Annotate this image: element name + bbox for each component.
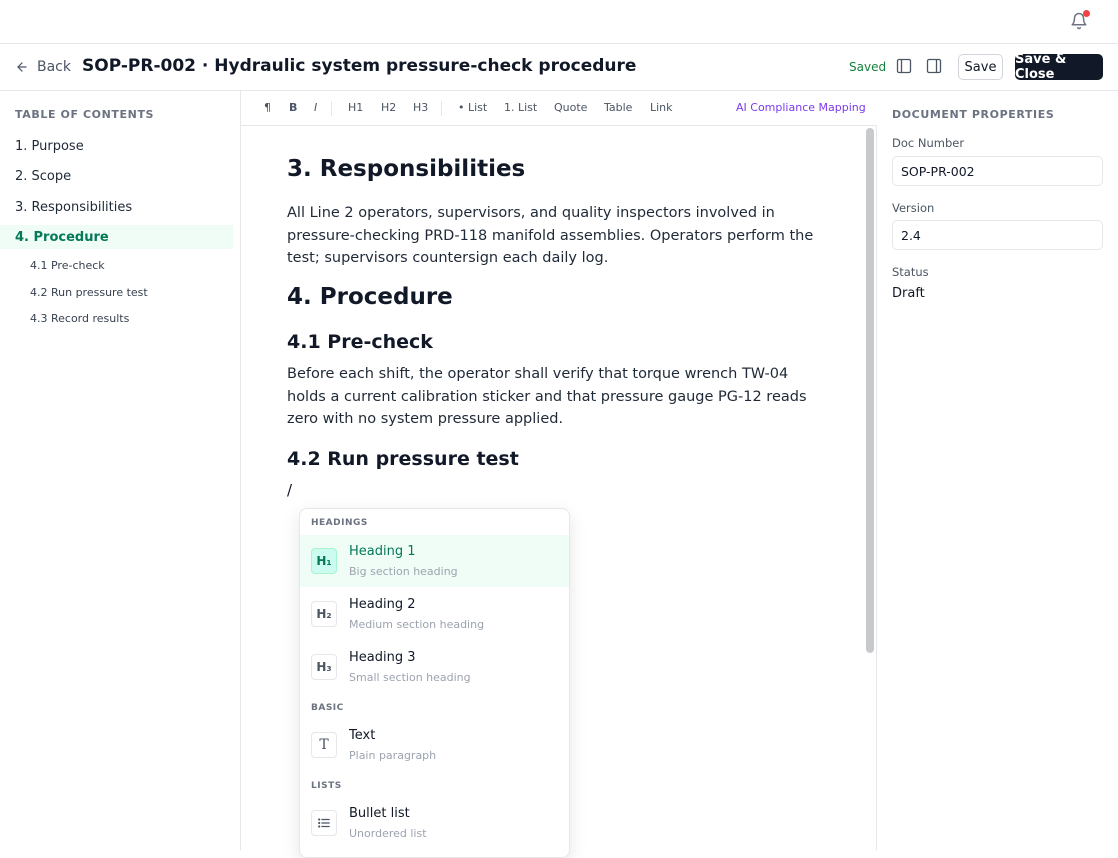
toc-item-scope[interactable]: 2. Scope [0, 164, 233, 188]
heading-responsibilities: 3. Responsibilities [287, 156, 526, 182]
slash-command-input[interactable]: / [287, 481, 292, 499]
heading-run-pressure-test: 4.2 Run pressure test [287, 448, 519, 470]
editor-scrollbar-thumb[interactable] [866, 128, 874, 653]
menu-section-basic: BASIC [311, 703, 344, 713]
menu-item-label: Heading 3 [349, 650, 416, 665]
heading-3-icon: H₃ [311, 654, 337, 680]
back-label: Back [37, 59, 71, 75]
version-input[interactable] [892, 220, 1103, 250]
doc-number-input[interactable] [892, 156, 1103, 186]
heading-pre-check: 4.1 Pre-check [287, 331, 433, 353]
list-icon [311, 810, 337, 836]
doc-number-label: Doc Number [892, 136, 965, 150]
properties-heading: DOCUMENT PROPERTIES [892, 108, 1055, 121]
version-label: Version [892, 201, 935, 215]
save-button[interactable]: Save [958, 54, 1003, 80]
heading-procedure: 4. Procedure [287, 284, 453, 310]
menu-item-label: Heading 2 [349, 597, 416, 612]
toggle-right-panel-icon[interactable] [926, 58, 942, 74]
status-value: Draft [892, 286, 925, 301]
italic-button[interactable]: I [314, 101, 317, 114]
heading-1-icon: H₁ [311, 548, 337, 574]
menu-item-label: Bullet list [349, 806, 410, 821]
status-label: Status [892, 265, 929, 279]
arrow-left-icon [17, 62, 27, 72]
menu-item-heading-1[interactable]: H₁ Heading 1 Big section heading [300, 535, 569, 587]
toc-subitem-pre-check[interactable]: 4.1 Pre-check [0, 255, 233, 275]
menu-item-description: Small section heading [349, 671, 471, 684]
toc-heading: TABLE OF CONTENTS [15, 108, 155, 121]
document-properties-panel: DOCUMENT PROPERTIES Doc Number Version S… [877, 90, 1118, 850]
menu-item-description: Medium section heading [349, 618, 485, 631]
toolbar-divider [331, 101, 332, 116]
menu-item-text[interactable]: T Text Plain paragraph [300, 719, 569, 771]
ai-compliance-mapping-button[interactable]: AI Compliance Mapping [736, 101, 866, 114]
heading-2-icon: H₂ [311, 601, 337, 627]
page-title: SOP-PR-002 · Hydraulic system pressure-c… [82, 56, 637, 76]
toc-item-procedure[interactable]: 4. Procedure [0, 225, 233, 249]
menu-item-heading-3[interactable]: H₃ Heading 3 Small section heading [300, 641, 569, 693]
toggle-left-panel-icon[interactable] [896, 58, 912, 74]
table-button[interactable]: Table [604, 101, 632, 114]
menu-item-description: Unordered list [349, 827, 427, 840]
top-bar [0, 0, 1118, 44]
menu-item-description: Plain paragraph [349, 749, 437, 762]
paragraph-responsibilities: All Line 2 operators, supervisors, and q… [287, 205, 814, 266]
menu-section-lists: LISTS [311, 781, 342, 791]
toc-item-responsibilities[interactable]: 3. Responsibilities [0, 195, 233, 219]
menu-item-heading-2[interactable]: H₂ Heading 2 Medium section heading [300, 588, 569, 640]
text-icon: T [311, 732, 337, 758]
toolbar-divider [441, 101, 442, 116]
table-of-contents: TABLE OF CONTENTS 1. Purpose 2. Scope 3.… [0, 90, 241, 850]
menu-item-label: Text [349, 728, 376, 743]
link-button[interactable]: Link [650, 101, 673, 114]
menu-item-bullet-list[interactable]: Bullet list Unordered list [300, 797, 569, 849]
heading-1-button[interactable]: H1 [348, 101, 363, 114]
notification-dot [1083, 10, 1090, 17]
numbered-list-button[interactable]: 1. List [504, 101, 537, 114]
save-status: Saved [849, 60, 887, 74]
heading-2-button[interactable]: H2 [381, 101, 396, 114]
formatting-toolbar: ¶ B I H1 H2 H3 • List 1. List Quote Tabl… [241, 90, 877, 126]
menu-section-headings: HEADINGS [311, 518, 368, 528]
heading-3-button[interactable]: H3 [413, 101, 428, 114]
menu-item-label: Heading 1 [349, 544, 416, 559]
bold-button[interactable]: B [289, 101, 297, 114]
quote-button[interactable]: Quote [554, 101, 587, 114]
bullet-list-button[interactable]: • List [458, 101, 487, 114]
paragraph-button[interactable]: ¶ [264, 101, 271, 114]
menu-item-description: Big section heading [349, 565, 458, 578]
save-and-close-button[interactable]: Save & Close [1015, 52, 1103, 82]
slash-command-menu: HEADINGS H₁ Heading 1 Big section headin… [299, 508, 570, 858]
paragraph-pre-check: Before each shift, the operator shall ve… [287, 366, 807, 427]
toc-subitem-run-pressure-test[interactable]: 4.2 Run pressure test [0, 282, 233, 302]
toc-subitem-record-results[interactable]: 4.3 Record results [0, 308, 233, 328]
document-header: Back SOP-PR-002 · Hydraulic system press… [0, 44, 1118, 90]
toc-item-purpose[interactable]: 1. Purpose [0, 134, 233, 158]
back-button[interactable]: Back [15, 58, 71, 76]
